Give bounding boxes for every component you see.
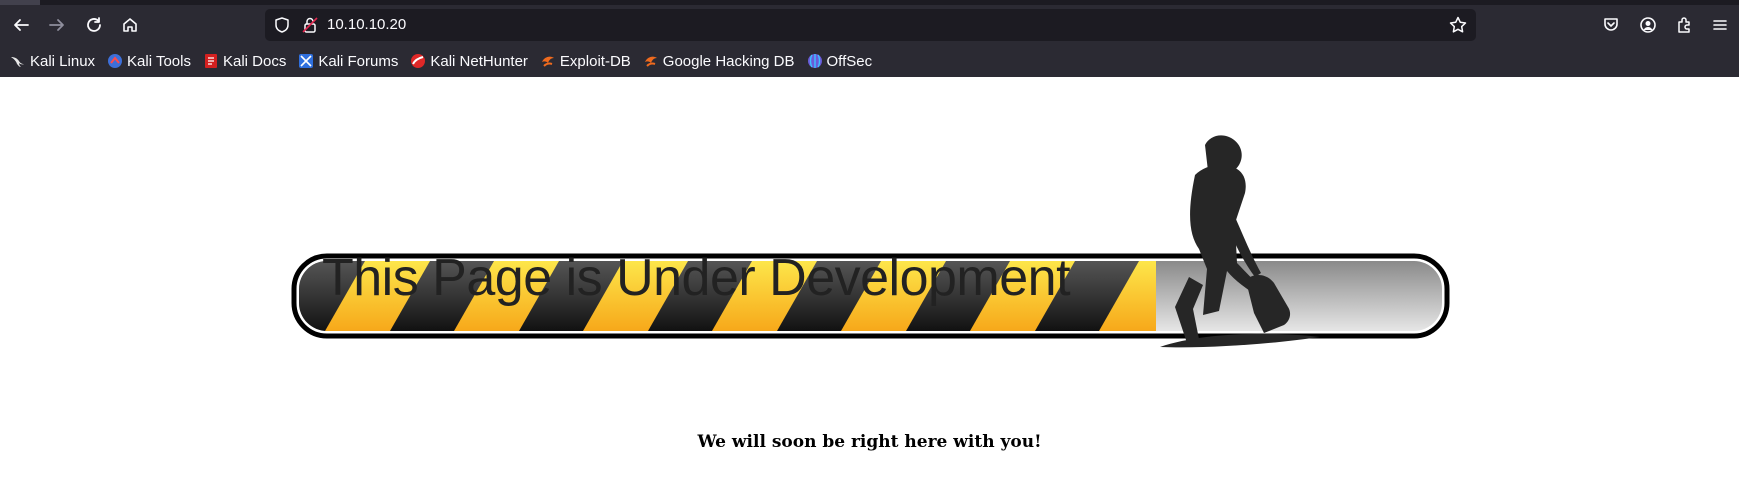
bookmark-label: Kali Tools (127, 52, 191, 70)
bookmark-label: Kali Docs (222, 52, 287, 70)
bookmark-offsec[interactable]: OffSec (807, 49, 879, 73)
bookmark-kali-nethunter[interactable]: Kali NetHunter (410, 49, 534, 73)
reload-button[interactable] (79, 10, 109, 40)
puzzle-icon (1678, 17, 1690, 33)
bookmark-label: Exploit-DB (559, 52, 631, 70)
bookmark-star-icon[interactable] (1448, 15, 1468, 35)
home-button[interactable] (115, 10, 145, 40)
page-tagline: We will soon be right here with you! (697, 432, 1042, 452)
kali-nethunter-icon (411, 54, 426, 68)
bookmark-kali-docs[interactable]: Kali Docs (203, 49, 292, 73)
bookmark-label: Kali NetHunter (430, 52, 528, 70)
bookmark-kali-forums[interactable]: Kali Forums (298, 49, 404, 73)
offsec-icon (807, 54, 822, 68)
kali-tools-icon (108, 54, 123, 68)
account-button[interactable] (1633, 10, 1663, 40)
browser-chrome: 10.10.10.20 Kali Linux Kali Tools Kali D… (0, 0, 1739, 77)
bookmark-label: OffSec (826, 52, 873, 70)
home-icon (123, 18, 137, 32)
bookmarks-toolbar: Kali Linux Kali Tools Kali Docs Kali For… (0, 48, 1739, 74)
bookmark-label: Google Hacking DB (662, 52, 795, 70)
forward-button[interactable] (42, 10, 72, 40)
extensions-button[interactable] (1669, 10, 1699, 40)
page-content: This Page is Under Development We will s… (0, 77, 1739, 503)
pocket-button[interactable] (1596, 10, 1626, 40)
bookmark-google-hacking-db[interactable]: Google Hacking DB (643, 49, 801, 73)
url-text[interactable]: 10.10.10.20 (327, 15, 406, 35)
pocket-icon (1604, 18, 1618, 31)
back-button[interactable] (6, 10, 36, 40)
bookmark-label: Kali Forums (318, 52, 399, 70)
exploit-db-icon (541, 56, 554, 67)
reload-icon (87, 17, 101, 32)
kali-forums-icon (299, 54, 314, 68)
arrow-left-icon (14, 19, 29, 31)
page-heading: This Page is Under Development (322, 249, 1071, 307)
hamburger-menu-icon (1713, 20, 1727, 30)
under-development-banner: This Page is Under Development (290, 117, 1470, 417)
bookmark-label: Kali Linux (30, 52, 96, 70)
kali-dragon-icon (11, 57, 24, 67)
tab-strip (0, 0, 1739, 5)
arrow-right-icon (49, 19, 64, 31)
account-icon (1640, 17, 1656, 33)
tracking-shield-icon[interactable] (273, 16, 291, 34)
kali-docs-icon (204, 54, 217, 68)
url-bar[interactable]: 10.10.10.20 (265, 9, 1476, 41)
insecure-lock-icon[interactable] (301, 16, 319, 34)
bookmark-exploit-db[interactable]: Exploit-DB (540, 49, 637, 73)
bookmark-kali-linux[interactable]: Kali Linux (10, 49, 101, 73)
google-hacking-db-icon (644, 56, 657, 67)
menu-button[interactable] (1705, 10, 1735, 40)
bookmark-kali-tools[interactable]: Kali Tools (107, 49, 197, 73)
active-tab-edge[interactable] (0, 0, 40, 5)
